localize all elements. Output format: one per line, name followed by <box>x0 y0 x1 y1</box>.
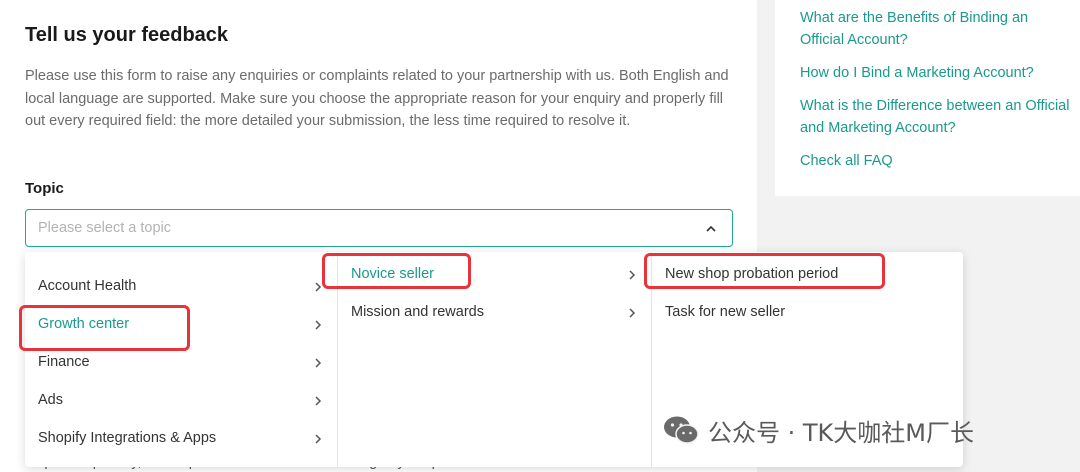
option-label: Account Health <box>38 278 137 294</box>
option-task-new-seller[interactable]: Task for new seller <box>652 294 963 332</box>
option-growth-center[interactable]: Growth center <box>25 306 337 344</box>
option-label: Ads <box>38 392 63 408</box>
chevron-up-icon[interactable] <box>704 222 718 236</box>
faq-link-official-benefits[interactable]: What are the Benefits of Binding an Offi… <box>800 7 1070 51</box>
page-title: Tell us your feedback <box>25 24 229 46</box>
chevron-right-icon <box>629 270 636 280</box>
option-finance[interactable]: Finance <box>25 344 337 382</box>
option-label: Mission and rewards <box>351 304 484 320</box>
wechat-icon <box>664 416 699 444</box>
wechat-watermark: 公众号 · TK大咖社M厂长 <box>662 412 974 448</box>
option-ads[interactable]: Ads <box>25 382 337 420</box>
option-account-health[interactable]: Account Health <box>25 268 337 306</box>
option-label: Task for new seller <box>665 304 786 320</box>
cascader-column-2: Novice seller Mission and rewards <box>337 252 651 467</box>
chevron-right-icon <box>315 358 322 368</box>
faq-sidebar: What are the Benefits of Binding an Offi… <box>775 0 1080 196</box>
faq-link-check-all[interactable]: Check all FAQ <box>800 150 1070 172</box>
faq-link-bind-marketing[interactable]: How do I Bind a Marketing Account? <box>800 62 1070 84</box>
option-shopify-integrations[interactable]: Shopify Integrations & Apps <box>25 420 337 458</box>
cascader-column-1: Account Health Growth center Finance Ads… <box>25 252 337 467</box>
option-new-shop-probation[interactable]: New shop probation period <box>652 256 963 294</box>
option-novice-seller[interactable]: Novice seller <box>338 256 651 294</box>
form-intro-text: Please use this form to raise any enquir… <box>25 68 729 129</box>
option-label: Shopify Integrations & Apps <box>38 430 217 446</box>
option-label: Novice seller <box>351 266 434 282</box>
chevron-right-icon <box>315 396 322 406</box>
option-label: New shop probation period <box>665 266 839 282</box>
option-label: Finance <box>38 354 90 370</box>
chevron-right-icon <box>315 282 322 292</box>
topic-select-placeholder: Please select a topic <box>38 220 171 236</box>
option-mission-rewards[interactable]: Mission and rewards <box>338 294 651 332</box>
chevron-right-icon <box>629 308 636 318</box>
option-label: Growth center <box>38 316 130 332</box>
topic-label: Topic <box>25 180 64 197</box>
chevron-right-icon <box>315 320 322 330</box>
watermark-text: 公众号 · TK大咖社M厂长 <box>708 418 974 447</box>
chevron-right-icon <box>315 434 322 444</box>
faq-link-account-difference[interactable]: What is the Difference between an Offici… <box>800 95 1070 139</box>
topic-select[interactable]: Please select a topic <box>25 209 733 247</box>
